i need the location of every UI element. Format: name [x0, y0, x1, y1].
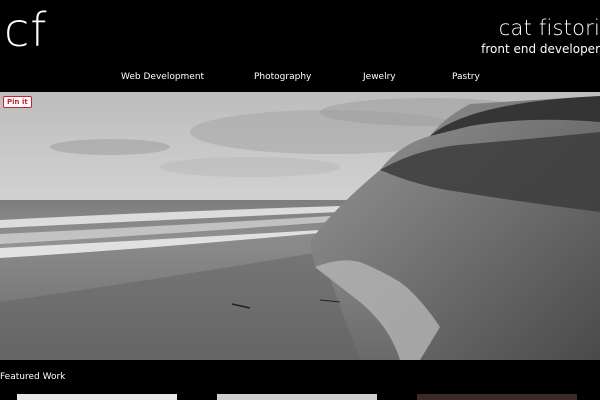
featured-thumbnails	[0, 394, 600, 400]
featured-thumb[interactable]	[417, 394, 577, 400]
logo[interactable]: cf	[4, 2, 48, 58]
featured-thumb[interactable]	[17, 394, 177, 400]
main-nav: Web Development Photography Jewelry Past…	[0, 72, 600, 88]
site-name: cat fistori	[498, 16, 600, 40]
brand-block: cat fistori front end developer	[481, 16, 600, 56]
coastline-photo	[0, 92, 600, 360]
nav-item-photography[interactable]: Photography	[254, 72, 311, 82]
nav-item-web-development[interactable]: Web Development	[121, 72, 204, 82]
featured-work-heading: Featured Work	[0, 372, 66, 382]
site-tagline: front end developer	[481, 42, 600, 56]
featured-thumb[interactable]	[217, 394, 377, 400]
hero-image: Pin it	[0, 92, 600, 360]
pin-it-button[interactable]: Pin it	[3, 96, 32, 108]
nav-item-pastry[interactable]: Pastry	[452, 72, 480, 82]
nav-item-jewelry[interactable]: Jewelry	[363, 72, 396, 82]
